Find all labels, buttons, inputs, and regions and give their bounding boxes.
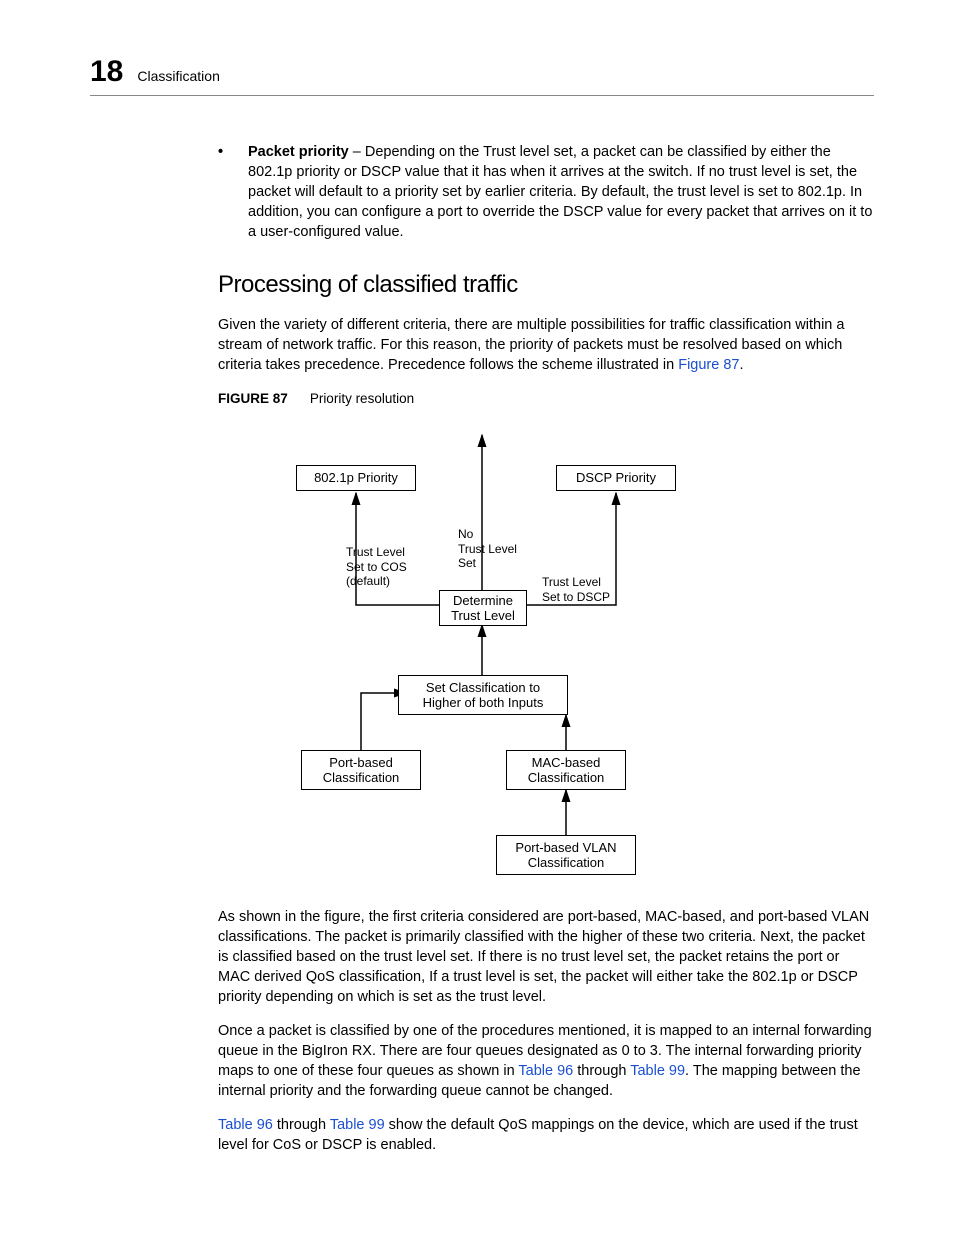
priority-resolution-diagram: 802.1p Priority DSCP Priority Determine … (246, 415, 846, 895)
intro-text-b: . (739, 357, 743, 373)
box-determine-trust: Determine Trust Level (439, 590, 527, 626)
label-trust-cos: Trust Level Set to COS (default) (346, 545, 407, 588)
intro-text-a: Given the variety of different criteria,… (218, 317, 844, 373)
chapter-number: 18 (90, 55, 123, 89)
label-no-trust: No Trust Level Set (458, 527, 517, 570)
para4-mid: through (273, 1117, 330, 1133)
bullet-term: Packet priority (248, 144, 349, 160)
bullet-body: Packet priority – Depending on the Trust… (248, 142, 874, 242)
box-vlan-classification: Port-based VLAN Classification (496, 835, 636, 875)
box-mac-classification: MAC-based Classification (506, 750, 626, 790)
intro-paragraph: Given the variety of different criteria,… (218, 315, 874, 375)
section-title: Classification (137, 68, 219, 84)
box-set-classification: Set Classification to Higher of both Inp… (398, 675, 568, 715)
box-8021p-priority: 802.1p Priority (296, 465, 416, 491)
table-link-96-b[interactable]: Table 96 (218, 1117, 273, 1133)
table-link-99-a[interactable]: Table 99 (630, 1063, 685, 1079)
bullet-item: • Packet priority – Depending on the Tru… (218, 142, 874, 242)
table-link-96-a[interactable]: Table 96 (518, 1063, 573, 1079)
label-trust-dscp: Trust Level Set to DSCP (542, 575, 610, 604)
box-dscp-priority: DSCP Priority (556, 465, 676, 491)
figure-label: FIGURE 87 (218, 391, 288, 406)
box-port-classification: Port-based Classification (301, 750, 421, 790)
figure-link[interactable]: Figure 87 (678, 357, 739, 373)
page-header: 18 Classification (90, 55, 874, 96)
para3-mid: through (573, 1063, 630, 1079)
bullet-marker: • (218, 142, 248, 242)
explanation-paragraph-1: As shown in the figure, the first criter… (218, 907, 874, 1007)
page: 18 Classification • Packet priority – De… (0, 0, 954, 1235)
content-area: • Packet priority – Depending on the Tru… (218, 142, 874, 1155)
section-heading: Processing of classified traffic (218, 268, 874, 301)
explanation-paragraph-3: Table 96 through Table 99 show the defau… (218, 1115, 874, 1155)
table-link-99-b[interactable]: Table 99 (330, 1117, 385, 1133)
figure-caption: FIGURE 87 Priority resolution (218, 389, 874, 409)
explanation-paragraph-2: Once a packet is classified by one of th… (218, 1021, 874, 1101)
figure-title: Priority resolution (310, 391, 414, 406)
